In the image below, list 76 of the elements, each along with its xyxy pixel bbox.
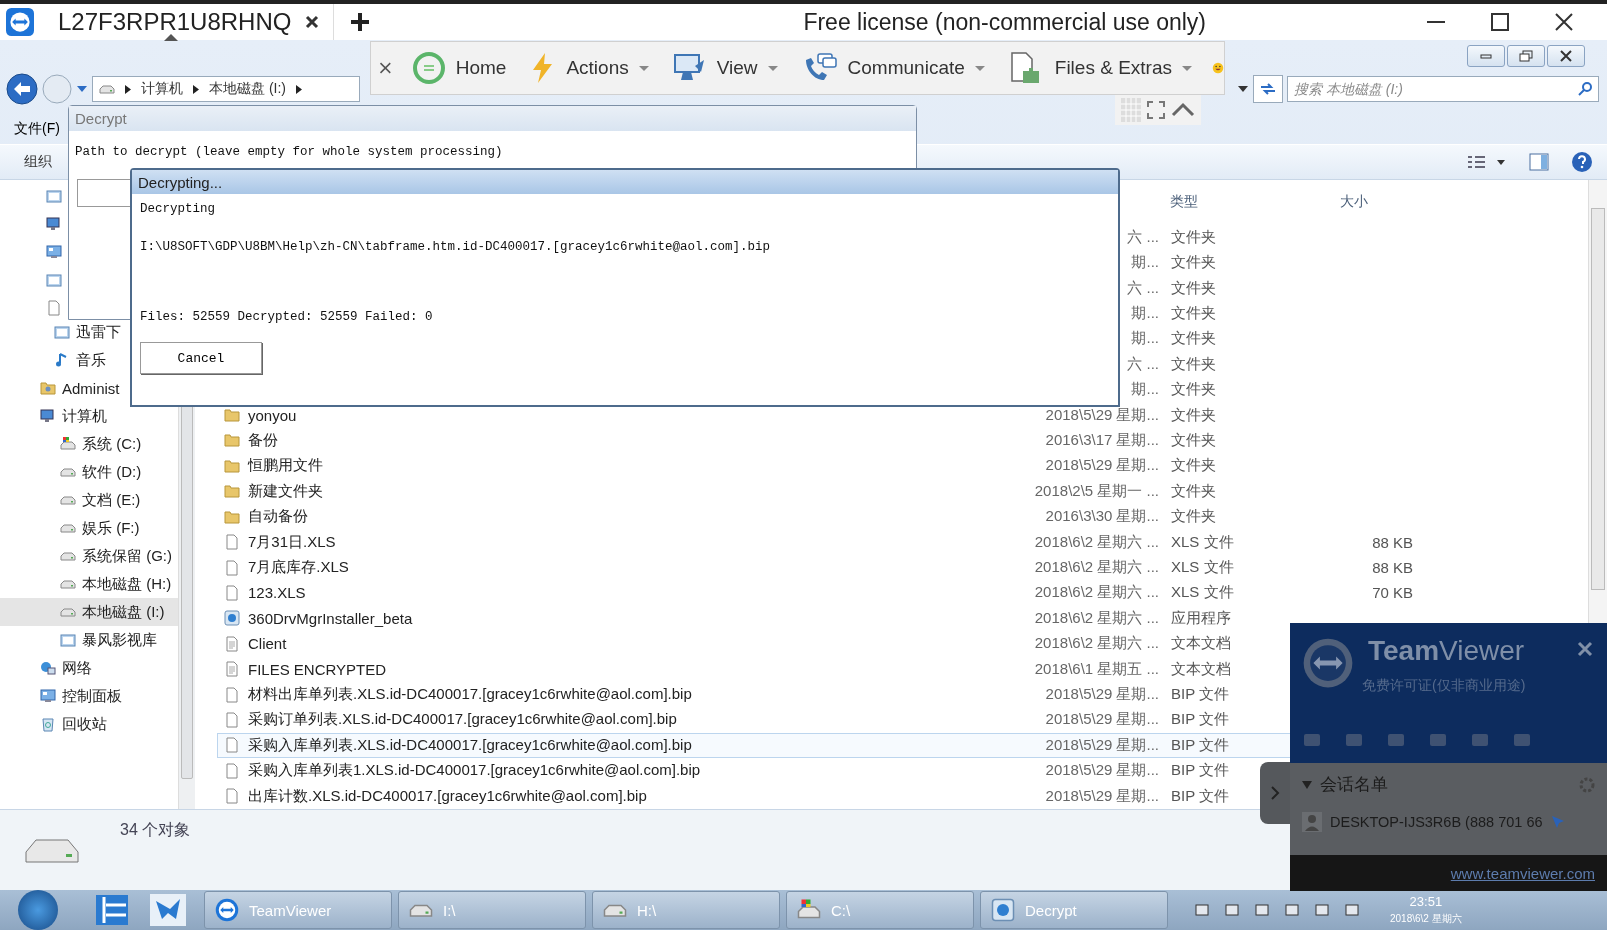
file-name: yonyou bbox=[248, 406, 297, 424]
file-name: 7月31日.XLS bbox=[248, 532, 336, 552]
date-cell: 2018\5\29 星期... bbox=[1045, 761, 1159, 779]
path-prompt: Path to decrypt (leave empty for whole system processing) bbox=[75, 145, 503, 159]
license-subtitle: 免费许可证(仅非商业用途) bbox=[1362, 677, 1526, 695]
date-cell: 2018\5\29 星期... bbox=[1045, 685, 1159, 703]
date-cell: 2018\6\2 星期六 ... bbox=[1034, 608, 1159, 626]
file-name: Client bbox=[248, 635, 287, 653]
date-cell: 2018\5\29 星期... bbox=[1045, 710, 1159, 728]
file-name: 恒鹏用文件 bbox=[248, 456, 323, 476]
date-cell: 2018\6\2 星期六 ... bbox=[1034, 583, 1159, 601]
date-cell: 2016\3\30 星期... bbox=[1045, 507, 1159, 525]
type-cell: BIP 文件 bbox=[1171, 685, 1230, 703]
file-name: 出库计数.XLS.id-DC400017.[gracey1c6rwhite@aol.com].bip bbox=[248, 786, 647, 806]
section-title: 会话名单 bbox=[1320, 774, 1388, 796]
file-name: 采购入库单列表1.XLS.id-DC400017.[gracey1c6rwhite@aol.com].bip bbox=[248, 761, 701, 781]
type-cell: 文件夹 bbox=[1171, 278, 1216, 296]
type-cell: BIP 文件 bbox=[1171, 710, 1230, 728]
date-cell: 2018\5\29 星期... bbox=[1045, 786, 1159, 804]
file-name: 材料出库单列表.XLS.id-DC400017.[gracey1c6rwhite@aol.com].bip bbox=[248, 685, 692, 705]
item-count: 34 个对象 bbox=[120, 820, 191, 840]
date-cell: 2018\6\2 星期六 ... bbox=[1034, 532, 1159, 550]
type-cell: BIP 文件 bbox=[1171, 786, 1230, 804]
type-cell: 文件夹 bbox=[1171, 456, 1216, 474]
file-name: 自动备份 bbox=[248, 507, 308, 527]
date-cell: 六 ... bbox=[1127, 354, 1159, 372]
size-cell: 70 KB bbox=[1372, 584, 1413, 602]
type-cell: 文件夹 bbox=[1171, 481, 1216, 499]
date-cell: 2018\5\29 星期... bbox=[1045, 456, 1159, 474]
dialog-title: Decrypt bbox=[75, 110, 127, 127]
type-cell: 文件夹 bbox=[1171, 329, 1216, 347]
date-cell: 六 ... bbox=[1127, 227, 1159, 245]
file-name: 采购订单列表.XLS.id-DC400017.[gracey1c6rwhite@aol.com].bip bbox=[248, 710, 677, 730]
date-cell: 2018\6\2 星期六 ... bbox=[1034, 558, 1159, 575]
type-cell: BIP 文件 bbox=[1171, 761, 1230, 779]
file-name: 7月底库存.XLS bbox=[248, 558, 349, 577]
current-file-path: I:\U8SOFT\GDP\U8BM\Help\zh-CN\tabframe.htm.id-DC400017.[gracey1c6rwhite@aol.com].bip bbox=[140, 240, 771, 254]
date-cell: 期... bbox=[1131, 380, 1159, 398]
progress-summary: Files: 52559 Decrypted: 52559 Failed: 0 bbox=[140, 310, 433, 324]
dialog-title: Decrypting... bbox=[138, 173, 223, 191]
file-name: 采购入库单列表.XLS.id-DC400017.[gracey1c6rwhite@aol.com].bip bbox=[248, 735, 692, 755]
file-name: FILES ENCRYPTED bbox=[248, 660, 387, 678]
size-cell: 88 KB bbox=[1372, 559, 1413, 576]
file-name: 360DrvMgrInstaller_beta bbox=[248, 609, 413, 627]
type-cell: 文件夹 bbox=[1171, 253, 1216, 271]
type-cell: 文件夹 bbox=[1171, 431, 1216, 448]
date-cell: 六 ... bbox=[1127, 278, 1159, 296]
type-cell: 文件夹 bbox=[1171, 405, 1216, 423]
file-name: 备份 bbox=[248, 431, 278, 450]
status-text: Decrypting bbox=[140, 202, 215, 216]
date-cell: 期... bbox=[1131, 329, 1159, 347]
license-notice: Free license (non-commercial use only) bbox=[802, 8, 1208, 36]
date-cell: 2016\3\17 星期... bbox=[1045, 431, 1159, 448]
type-cell: 文本文档 bbox=[1171, 659, 1231, 677]
type-cell: 文件夹 bbox=[1171, 354, 1216, 372]
date-cell: 2018\6\1 星期五 ... bbox=[1034, 659, 1159, 677]
brand-name: TeamViewer bbox=[1368, 635, 1525, 667]
date-cell: 期... bbox=[1131, 303, 1159, 321]
type-cell: 文件夹 bbox=[1171, 303, 1216, 321]
file-name: 123.XLS bbox=[248, 584, 306, 602]
date-cell: 2018\5\29 星期... bbox=[1045, 735, 1159, 753]
date-cell: 2018\5\29 星期... bbox=[1045, 405, 1159, 423]
type-cell: 文件夹 bbox=[1171, 380, 1216, 398]
date-cell: 2018\2\5 星期一 ... bbox=[1034, 481, 1159, 499]
type-cell: 文本文档 bbox=[1171, 634, 1231, 652]
date-cell: 期... bbox=[1131, 253, 1159, 271]
type-cell: XLS 文件 bbox=[1171, 532, 1234, 550]
type-cell: XLS 文件 bbox=[1171, 583, 1234, 601]
file-name: 新建文件夹 bbox=[248, 481, 323, 501]
type-cell: 文件夹 bbox=[1171, 507, 1216, 525]
size-cell: 88 KB bbox=[1372, 533, 1413, 551]
date-cell: 2018\6\2 星期六 ... bbox=[1034, 634, 1159, 652]
type-cell: 应用程序 bbox=[1171, 608, 1231, 626]
type-cell: BIP 文件 bbox=[1171, 735, 1230, 753]
type-cell: 文件夹 bbox=[1171, 227, 1216, 245]
type-cell: XLS 文件 bbox=[1171, 558, 1234, 575]
